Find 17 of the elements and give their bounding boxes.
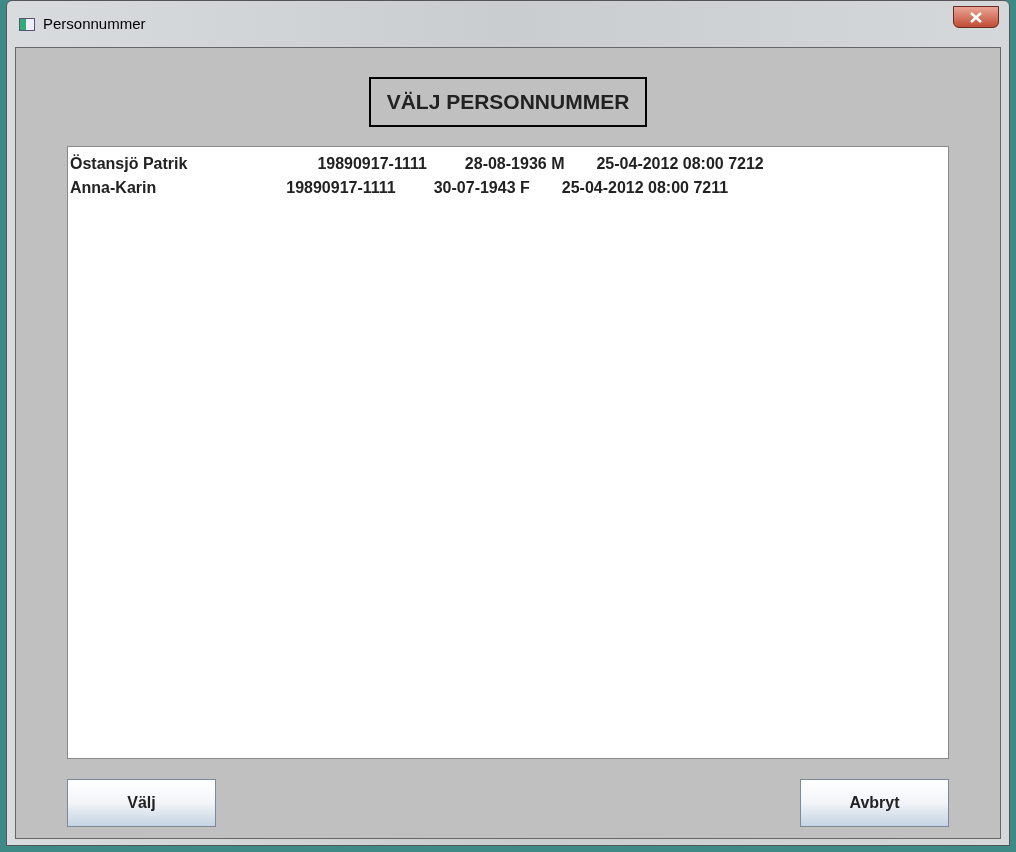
dialog-heading: VÄLJ PERSONNUMMER [368,77,648,127]
window-title: Personnummer [43,13,146,34]
close-button[interactable] [953,6,999,28]
cancel-button[interactable]: Avbryt [800,778,949,827]
list-cell-text: 28-08-1936 M [464,153,565,174]
close-icon [970,11,982,23]
list-cell-text: 19890917-1111 [317,153,427,174]
list-cell-text: 30-07-1943 F [433,177,530,198]
list-cell-text: 19890917-1111 [286,177,396,198]
list-row[interactable]: Östansjö Patrik 19890917-1111 28-08-1936 M 25-04-2012 08:00 7212 [70,151,948,176]
list-row[interactable]: Anna-Karin 19890917-1111 30-07-1943 F 25-04-2012 08:00 7211 [70,175,948,200]
list-cell-text: Östansjö Patrik [70,153,188,174]
select-button[interactable]: Välj [67,778,216,827]
list-cell-text: Anna-Karin [70,177,157,198]
list-cell-text: 25-04-2012 08:00 7211 [561,177,729,198]
list-cell-text: 25-04-2012 08:00 7212 [596,153,764,174]
app-icon [19,17,35,31]
